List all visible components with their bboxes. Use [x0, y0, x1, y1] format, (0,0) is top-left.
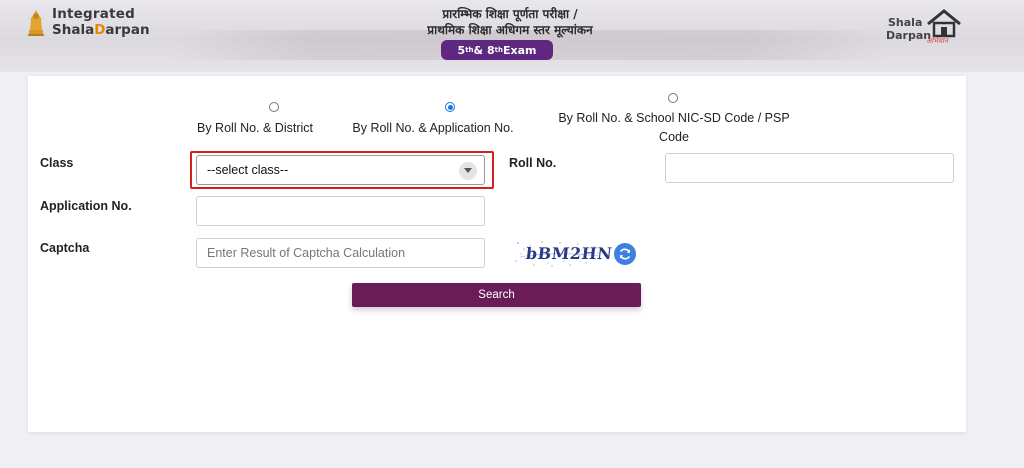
application-no-label: Application No.: [40, 199, 132, 213]
class-select-value: --select class--: [207, 163, 289, 177]
right-logo-line1: Shala: [888, 16, 923, 29]
brand-title: Integrated: [52, 6, 135, 22]
refresh-captcha-button[interactable]: [614, 243, 636, 265]
captcha-label: Captcha: [40, 241, 90, 255]
state-emblem-icon: [28, 10, 44, 36]
class-label: Class: [40, 156, 74, 170]
captcha-text: bBM2HN: [525, 244, 614, 263]
radio-label-roll-district: By Roll No. & District: [197, 121, 313, 135]
search-button[interactable]: Search: [352, 283, 641, 307]
right-logo-line2: Darpan: [886, 29, 932, 42]
exam-title-line1: प्रारम्भिक शिक्षा पूर्णता परीक्षा /: [442, 7, 578, 21]
refresh-icon: [619, 248, 631, 260]
roll-no-field[interactable]: [665, 153, 954, 183]
brand-subtitle-prefix: Shala: [52, 22, 95, 38]
captcha-image: bBM2HN: [512, 239, 613, 269]
class-select[interactable]: --select class--: [196, 155, 485, 185]
brand-subtitle-suffix: arpan: [105, 22, 150, 38]
exam-badge: 5th & 8th Exam: [441, 40, 553, 60]
brand-subtitle-accent: D: [94, 22, 106, 38]
captcha-input[interactable]: [207, 246, 474, 260]
brand-subtitle: ShalaDarpan: [52, 22, 150, 38]
chevron-down-icon: [459, 162, 477, 180]
radio-roll-district[interactable]: [269, 102, 279, 112]
radio-roll-application[interactable]: [445, 102, 455, 112]
radio-label-roll-school-code-line1: By Roll No. & School NIC-SD Code / PSP: [558, 111, 790, 125]
radio-label-roll-application: By Roll No. & Application No.: [352, 121, 514, 135]
radio-label-roll-school-code-line2: Code: [659, 130, 689, 144]
roll-no-input[interactable]: [676, 161, 943, 175]
right-logo-tag: अभियान: [926, 38, 948, 45]
roll-no-label: Roll No.: [509, 156, 557, 170]
shala-darpan-logo: Shala Darpan अभियान: [884, 8, 968, 45]
application-no-field[interactable]: [196, 196, 485, 226]
radio-roll-school-code[interactable]: [668, 93, 678, 103]
captcha-field[interactable]: [196, 238, 485, 268]
page-header: Integrated ShalaDarpan प्रारम्भिक शिक्षा…: [0, 0, 1024, 72]
application-no-input[interactable]: [207, 204, 474, 218]
exam-title-line2: प्राथमिक शिक्षा अधिगम स्तर मूल्यांकन: [427, 23, 593, 37]
